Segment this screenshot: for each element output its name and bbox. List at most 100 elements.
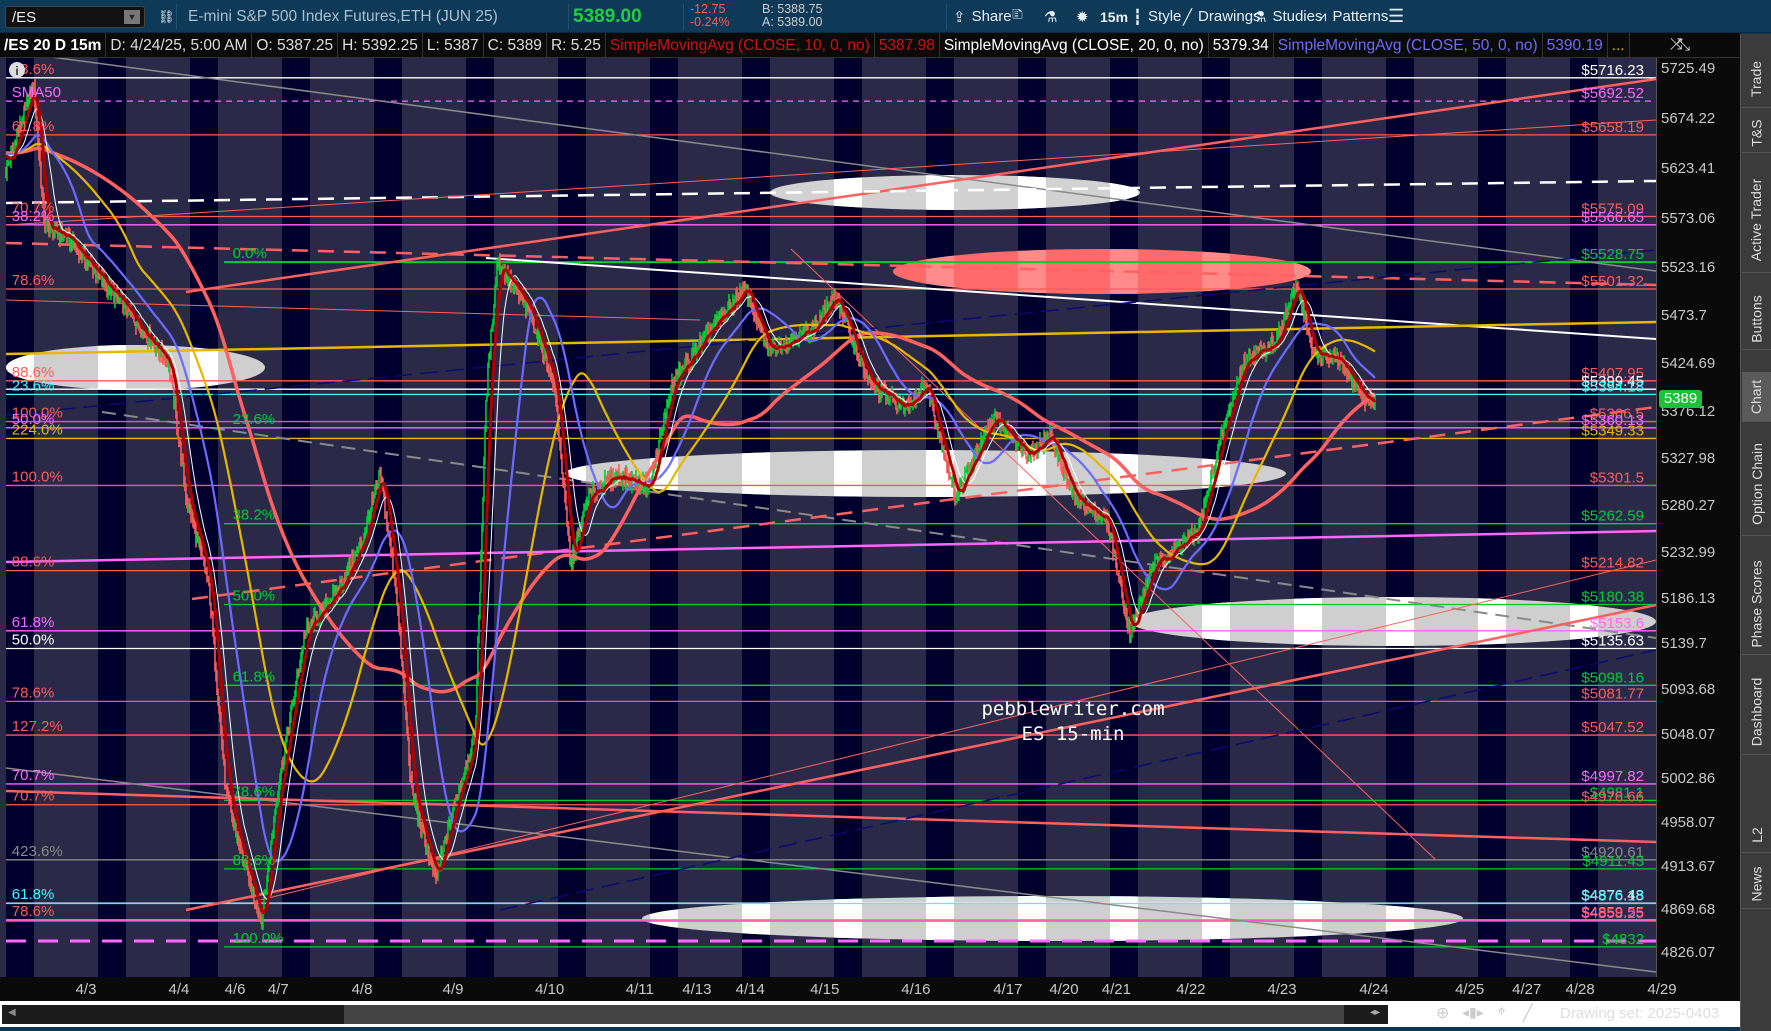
price-tick-label: 5523.16 — [1661, 258, 1716, 276]
date-tick-label: 4/23 — [1267, 981, 1297, 998]
price-tick-label: 5280.27 — [1661, 497, 1716, 515]
sidebar-tab-label: T&S — [1748, 118, 1765, 147]
price-tick-label: 4913.67 — [1661, 857, 1716, 875]
price-level-label: $5528.75 — [1581, 246, 1644, 263]
price-level-label: $5214.82 — [1581, 555, 1644, 572]
date-tick-label: 4/8 — [351, 981, 373, 998]
fib-level-label: 61.8% — [12, 886, 55, 903]
sidebar-tab-active-trader[interactable]: Active Trader — [1742, 168, 1771, 273]
fib-level-label: 78.6% — [233, 783, 276, 800]
price-tick-label: 5725.49 — [1661, 59, 1716, 77]
fib-level-label: 78.6% — [12, 684, 55, 701]
sidebar-tab-trade[interactable]: Trade — [1742, 50, 1771, 108]
date-tick-label: 4/15 — [810, 981, 840, 998]
date-tick-label: 4/22 — [1176, 981, 1206, 998]
date-tick-label: 4/4 — [168, 981, 190, 998]
price-tick-label: 4869.68 — [1661, 900, 1716, 918]
price-tick-label: 5674.22 — [1661, 110, 1716, 128]
sidebar-tab-label: Option Chain — [1748, 443, 1765, 525]
price-level-label: $5501.32 — [1581, 273, 1644, 290]
ellipse-stripe — [1202, 249, 1230, 294]
price-tick-label: 5424.69 — [1661, 355, 1716, 373]
overnight-session-band — [1386, 58, 1414, 977]
price-tick-label: 5002.86 — [1661, 769, 1716, 787]
fib-level-label: 88.6% — [12, 554, 55, 571]
scroll-left-icon[interactable]: ◀ — [8, 1007, 16, 1018]
price-tick-label: 5623.41 — [1661, 160, 1716, 178]
date-tick-label: 4/21 — [1101, 981, 1131, 998]
overnight-session-band — [650, 58, 678, 977]
sidebar-tab-label: Active Trader — [1748, 178, 1765, 262]
scrollbar-thumb[interactable] — [344, 1005, 1344, 1024]
date-tick-label: 4/10 — [535, 981, 565, 998]
ellipse-stripe — [742, 450, 770, 497]
price-level-label: $5098.16 — [1581, 669, 1644, 686]
sidebar-tab-label: L2 — [1748, 827, 1765, 843]
price-level-label: $5349.33 — [1581, 422, 1644, 439]
horizontal-scrollbar[interactable]: ◀ ◂▸ ⊕ ◂▮▸ ⌖ ╱ — [0, 1001, 1740, 1027]
drawing-set-label[interactable]: Drawing set: 2025-0403 — [1560, 1005, 1719, 1022]
sidebar-tab-label: Chart — [1748, 379, 1765, 414]
scroll-arrows-icon[interactable]: ◂▸ — [1370, 1007, 1380, 1018]
price-level-label: $4976.66 — [1581, 789, 1644, 806]
ellipse-stripe — [1018, 175, 1046, 210]
price-level-label: $5394.18 — [1581, 378, 1644, 395]
price-level-label: $5658.19 — [1581, 119, 1644, 136]
draw-line-icon[interactable]: ╱ — [1523, 1003, 1533, 1023]
zoom-in-icon[interactable]: ⊕ — [1436, 1003, 1449, 1023]
sidebar-tab-news[interactable]: News — [1742, 859, 1771, 909]
ellipse-stripe — [1018, 249, 1046, 294]
time-axis[interactable]: 4/3 4/4 4/6 4/7 4/8 4/9 4/10 4/11 4/13 4/14 4/15 4/… — [0, 977, 1740, 1001]
price-tick-label: 5232.99 — [1661, 543, 1716, 561]
sidebar-tab-buttons[interactable]: Buttons — [1742, 288, 1771, 350]
overnight-session-band — [98, 58, 126, 977]
price-level-label: $5716.23 — [1581, 62, 1644, 79]
date-tick-label: 4/17 — [993, 981, 1023, 998]
price-tick-label: 5186.13 — [1661, 589, 1716, 607]
overnight-session-band — [742, 58, 770, 977]
fib-level-label: 61.8% — [12, 118, 55, 135]
date-tick-label: 4/9 — [442, 981, 464, 998]
price-axis[interactable]: 5725.49 5674.22 5623.41 5573.06 5523.16 5473.… — [1656, 58, 1740, 977]
date-tick-label: 4/6 — [224, 981, 246, 998]
sidebar-tab-phase-scores[interactable]: Phase Scores — [1742, 554, 1771, 655]
expand-chart-icon[interactable]: ⤡ — [1674, 33, 1740, 58]
right-sidebar: Trade T&S Active Trader Buttons Chart Option … — [1740, 34, 1771, 1031]
overnight-session-band — [190, 58, 218, 977]
overnight-session-band — [1478, 58, 1506, 977]
fib-level-label: 100.0% — [233, 930, 284, 947]
fib-level-label: 70.7% — [12, 788, 55, 805]
price-level-label: $5180.38 — [1581, 588, 1644, 605]
fib-level-label: 50.0% — [233, 587, 276, 604]
sidebar-tab-dashboard[interactable]: Dashboard — [1742, 669, 1771, 755]
price-level-label: $5262.59 — [1581, 508, 1644, 525]
sidebar-tab-option-chain[interactable]: Option Chain — [1742, 433, 1771, 536]
fib-level-label: 0.0% — [233, 245, 267, 262]
price-level-label: $4997.82 — [1581, 768, 1644, 785]
overnight-session-band — [1294, 58, 1322, 977]
price-level-label: $5301.5 — [1590, 469, 1644, 486]
price-level-label: $5692.52 — [1581, 85, 1644, 102]
crosshair-toggle-icon[interactable]: ⤨ — [1670, 36, 1683, 54]
pan-icon[interactable]: ◂▮▸ — [1462, 1004, 1484, 1021]
current-price-badge: 5389 — [1659, 390, 1702, 409]
date-tick-label: 4/16 — [901, 981, 931, 998]
fib-level-label: 224.0% — [12, 421, 63, 438]
sidebar-tab-chart[interactable]: Chart — [1742, 372, 1771, 422]
price-level-label: $5566.65 — [1581, 209, 1644, 226]
price-tick-label: 5048.07 — [1661, 725, 1716, 743]
price-chart[interactable]: $5716.23$5692.52$5658.19$5575.09$5566.65… — [0, 0, 1656, 977]
fib-level-label: SMA50 — [12, 84, 61, 101]
price-level-label: $5135.63 — [1581, 632, 1644, 649]
sidebar-tab-label: Buttons — [1748, 294, 1765, 343]
sidebar-tab-l2[interactable]: L2 — [1742, 818, 1771, 853]
fib-level-label: 70.7% — [12, 767, 55, 784]
watermark: pebblewriter.com ES 15-min — [981, 697, 1164, 747]
date-tick-label: 4/29 — [1647, 981, 1677, 998]
watermark-site: pebblewriter.com — [981, 698, 1165, 720]
sidebar-tab-t-s[interactable]: T&S — [1742, 113, 1771, 153]
price-tick-label: 5327.98 — [1661, 450, 1716, 468]
date-tick-label: 4/25 — [1455, 981, 1485, 998]
crosshair-icon[interactable]: ⌖ — [1497, 1003, 1506, 1021]
ellipse-stripe — [834, 450, 862, 497]
